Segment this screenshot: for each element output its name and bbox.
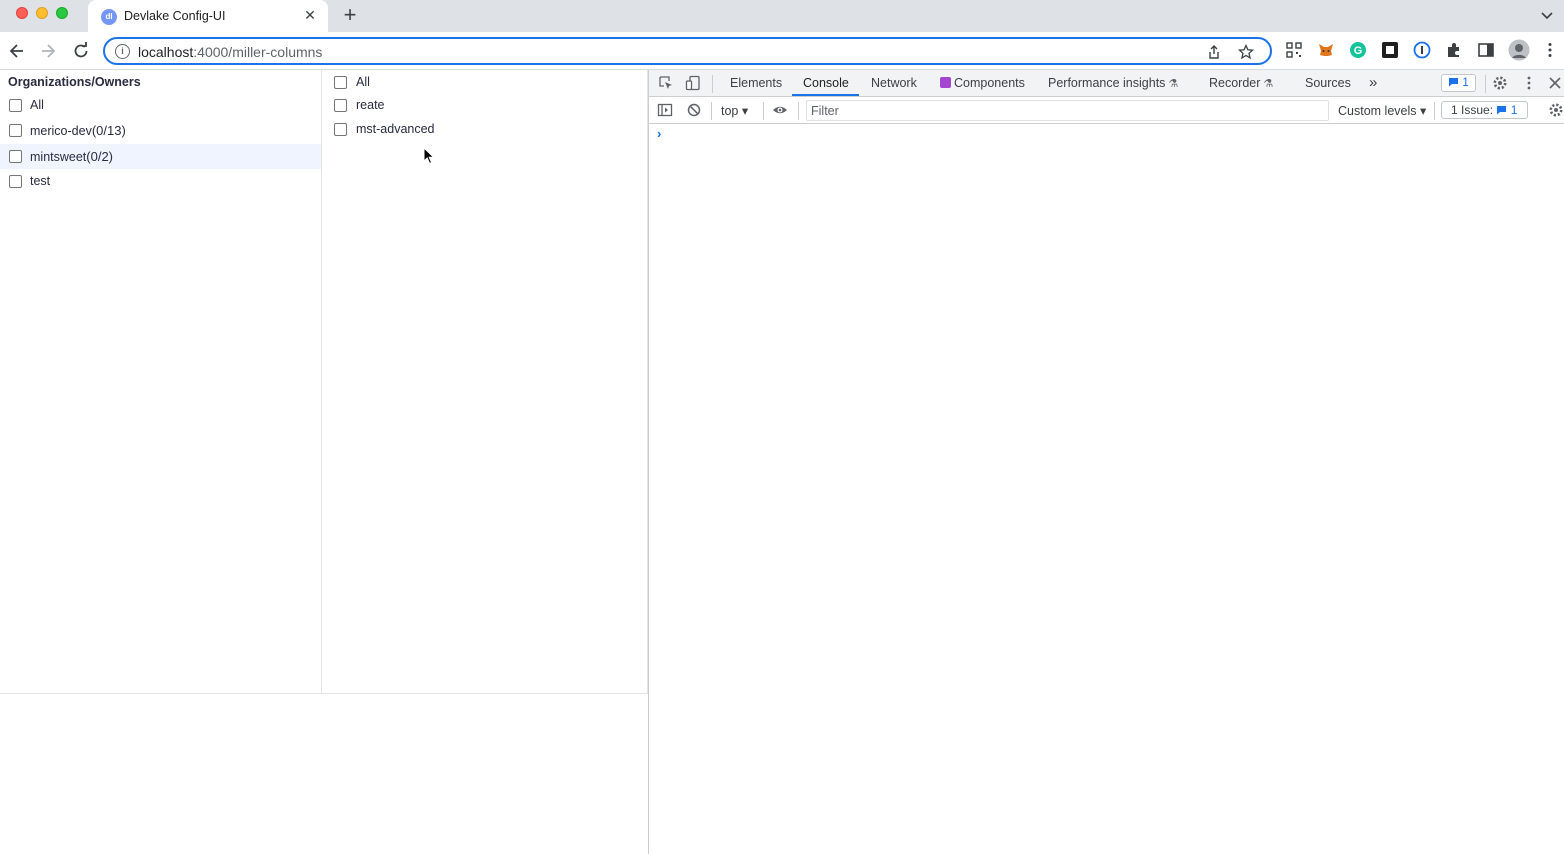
org-item-merico-dev[interactable]: merico-dev(0/13) [0,118,321,143]
repo-item-mst-advanced[interactable]: mst-advanced [322,117,647,142]
bookmark-star-icon[interactable] [1238,44,1254,60]
separator [711,102,712,120]
chrome-menu-kebab-icon[interactable] [1541,41,1559,59]
mouse-cursor-icon [423,147,435,165]
tab-recorder[interactable]: Recorder ⚗ [1209,76,1273,90]
checkbox[interactable] [9,124,22,137]
console-settings-gear-icon[interactable] [1548,102,1564,118]
inspect-element-icon[interactable] [658,75,674,91]
org-item-label: mintsweet(0/2) [30,149,114,164]
url-text: localhost:4000/miller-columns [138,44,322,60]
devtools-menu-kebab-icon[interactable] [1521,75,1537,91]
browser-toolbar: i localhost:4000/miller-columns G [0,32,1564,70]
devtools-tabbar: Elements Console Network Components Perf… [649,70,1564,97]
repo-item-label: All [356,75,370,89]
tab-network[interactable]: Network [871,76,917,90]
address-bar[interactable]: i localhost:4000/miller-columns [103,37,1272,65]
org-item-label: merico-dev(0/13) [30,123,126,138]
separator [1434,102,1435,120]
org-item-label: All [30,98,44,112]
console-filter-box [806,100,1329,121]
tab-components[interactable]: Components [940,76,1025,90]
javascript-context-select[interactable]: top ▾ [721,103,748,118]
device-toolbar-icon[interactable] [685,75,701,91]
miller-columns-page: Organizations/Owners All merico-dev(0/13… [0,70,648,854]
grammarly-extension-icon[interactable]: G [1349,41,1367,59]
clear-console-icon[interactable] [686,102,702,118]
organizations-column: Organizations/Owners All merico-dev(0/13… [0,70,322,694]
close-window-button[interactable] [16,7,28,19]
maximize-window-button[interactable] [56,7,68,19]
react-components-icon [940,77,951,88]
checkbox[interactable] [334,99,347,112]
console-filter-input[interactable] [807,101,1328,120]
tab-search-chevron-icon[interactable] [1540,8,1554,22]
side-panel-icon[interactable] [1477,41,1495,59]
separator [763,102,764,120]
tab-title: Devlake Config-UI [124,9,226,23]
back-arrow-icon[interactable] [7,41,27,61]
reload-icon[interactable] [71,41,91,61]
profile-avatar-icon[interactable] [1508,39,1530,61]
devtools-panel: Elements Console Network Components Perf… [648,70,1564,854]
svg-text:G: G [1354,45,1363,57]
repos-column: All reate mst-advanced [322,70,648,694]
more-tabs-chevron-icon[interactable]: » [1369,74,1377,91]
qr-code-extension-icon[interactable] [1285,41,1303,59]
tab-elements[interactable]: Elements [730,76,782,90]
org-item-count: (0/2) [86,149,114,164]
separator [798,102,799,120]
experimental-flask-icon: ⚗ [1263,78,1274,90]
messages-badge[interactable]: 1 [1441,74,1476,92]
sidebar-toggle-icon[interactable] [657,102,673,118]
separator [712,75,713,93]
url-path: :4000/miller-columns [193,44,323,60]
metamask-fox-extension-icon[interactable] [1317,41,1335,59]
forward-arrow-icon[interactable] [38,41,58,61]
tab-sources[interactable]: Sources [1305,76,1351,90]
url-host: localhost [138,44,194,60]
square-extension-icon[interactable] [1381,41,1399,59]
checkbox[interactable] [9,175,22,188]
active-tab-indicator [792,94,859,96]
repo-item-reate[interactable]: reate [322,93,647,118]
checkbox[interactable] [334,123,347,136]
live-expression-eye-icon[interactable] [772,102,788,118]
checkbox[interactable] [9,150,22,163]
tab-performance-insights[interactable]: Performance insights ⚗ [1048,76,1178,90]
checkbox[interactable] [334,76,347,89]
repo-item-label: reate [356,98,385,112]
browser-tabstrip: dl Devlake Config-UI ✕ + [0,0,1564,32]
console-toolbar: top ▾ Custom levels ▾ 1 Issue: 1 [649,97,1564,124]
log-levels-select[interactable]: Custom levels ▾ [1338,103,1426,118]
close-devtools-icon[interactable] [1547,75,1563,91]
extensions-puzzle-icon[interactable] [1445,41,1463,59]
org-item-count: (0/13) [91,123,126,138]
browser-tab-active[interactable]: dl Devlake Config-UI ✕ [88,0,328,32]
org-item-all[interactable]: All [0,93,321,118]
devlake-favicon-icon: dl [101,9,117,25]
console-prompt-chevron-icon[interactable]: › [657,126,661,141]
org-item-mintsweet[interactable]: mintsweet(0/2) [0,144,321,169]
separator [1485,75,1486,93]
org-item-label: test [30,174,51,188]
tab-console[interactable]: Console [803,76,849,90]
issues-counter-button[interactable]: 1 Issue: 1 [1441,101,1528,119]
minimize-window-button[interactable] [36,7,48,19]
message-icon [1449,78,1459,87]
share-icon[interactable] [1206,44,1222,60]
password-extension-icon[interactable] [1413,41,1431,59]
experimental-flask-icon: ⚗ [1168,78,1179,90]
new-tab-button[interactable]: + [340,4,360,28]
repo-item-all[interactable]: All [322,70,647,95]
column-title: Organizations/Owners [8,75,141,89]
org-item-test[interactable]: test [0,169,321,194]
close-tab-icon[interactable]: ✕ [302,7,318,23]
repo-item-label: mst-advanced [356,122,435,136]
checkbox[interactable] [9,99,22,112]
site-info-icon[interactable]: i [115,44,130,59]
message-icon [1497,106,1507,115]
settings-gear-icon[interactable] [1492,75,1508,91]
